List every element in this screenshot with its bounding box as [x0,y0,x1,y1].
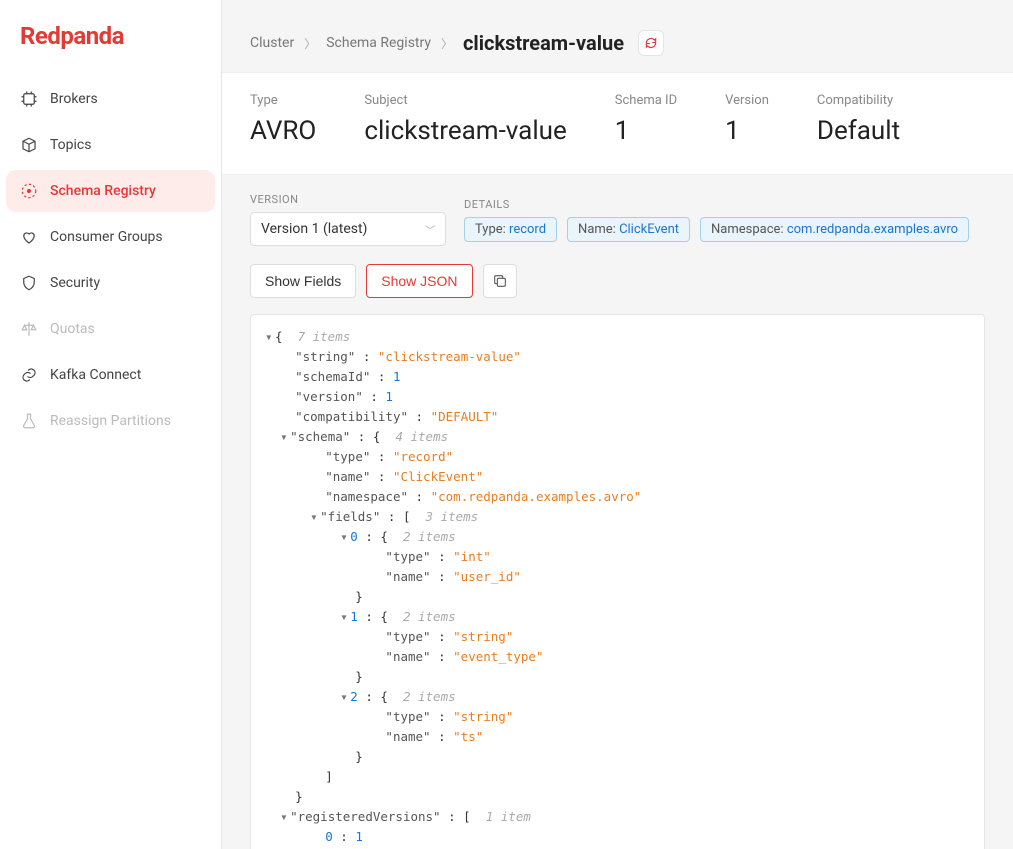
nav-consumer-groups[interactable]: Consumer Groups [6,216,215,258]
nav-topics[interactable]: Topics [6,124,215,166]
package-icon [20,136,38,154]
show-json-button[interactable]: Show JSON [366,264,472,298]
nav-label: Kafka Connect [50,367,141,383]
meta-schema-id: Schema ID 1 [615,93,677,146]
meta-bar: Type AVRO Subject clickstream-value Sche… [222,73,1013,175]
tag-namespace: Namespace: com.redpanda.examples.avro [700,217,969,242]
nav-label: Security [50,275,100,291]
meta-label: Compatibility [817,93,900,108]
version-select-value: Version 1 (latest) [261,221,367,237]
heart-icon [20,228,38,246]
chip-icon [20,90,38,108]
meta-version: Version 1 [725,93,769,146]
chevron-down-icon: ﹀ [425,222,435,237]
link-icon [20,366,38,384]
breadcrumb-cluster[interactable]: Cluster [250,35,294,51]
version-select[interactable]: Version 1 (latest) ﹀ [250,212,446,246]
scale-icon [20,320,38,338]
meta-subject: Subject clickstream-value [364,93,566,146]
main: Cluster 〉 Schema Registry 〉 clickstream-… [222,0,1013,849]
nav-quotas[interactable]: Quotas [6,308,215,350]
sidebar: Redpanda Brokers Topics Schema Registry … [0,0,222,849]
meta-value: clickstream-value [364,116,566,146]
breadcrumb: Cluster 〉 Schema Registry 〉 clickstream-… [222,0,1013,73]
tag-type: Type: record [464,217,557,242]
shield-icon [20,274,38,292]
json-viewer[interactable]: ▾{ 7 items "string" : "clickstream-value… [250,314,985,849]
meta-type: Type AVRO [250,93,316,146]
breadcrumb-registry[interactable]: Schema Registry [326,35,431,51]
meta-value: Default [817,116,900,146]
nav-label: Brokers [50,91,98,107]
copy-button[interactable] [483,264,517,298]
meta-label: Subject [364,93,566,108]
show-fields-button[interactable]: Show Fields [250,264,356,298]
nodes-icon [20,182,38,200]
meta-label: Schema ID [615,93,677,108]
meta-value: AVRO [250,116,316,146]
details-label: DETAILS [464,198,969,211]
nav-label: Schema Registry [50,183,156,199]
nav-kafka-connect[interactable]: Kafka Connect [6,354,215,396]
view-toggle: Show Fields Show JSON [250,264,985,298]
version-picker-block: VERSION Version 1 (latest) ﹀ [250,193,446,246]
details-block: DETAILS Type: record Name: ClickEvent Na… [464,198,969,242]
breadcrumb-current: clickstream-value [463,31,624,55]
nav-label: Reassign Partitions [50,413,171,429]
nav: Brokers Topics Schema Registry Consumer … [0,78,221,442]
chevron-right-icon: 〉 [304,35,316,52]
meta-label: Version [725,93,769,108]
tag-name: Name: ClickEvent [567,217,690,242]
nav-schema-registry[interactable]: Schema Registry [6,170,215,212]
refresh-button[interactable] [638,30,664,56]
nav-label: Topics [50,137,91,153]
nav-label: Quotas [50,321,95,337]
meta-label: Type [250,93,316,108]
detail-tags: Type: record Name: ClickEvent Namespace:… [464,217,969,242]
nav-label: Consumer Groups [50,229,163,245]
chevron-right-icon: 〉 [441,35,453,52]
nav-reassign[interactable]: Reassign Partitions [6,400,215,442]
flask-icon [20,412,38,430]
nav-brokers[interactable]: Brokers [6,78,215,120]
meta-value: 1 [615,116,677,146]
nav-security[interactable]: Security [6,262,215,304]
content: VERSION Version 1 (latest) ﹀ DETAILS Typ… [222,175,1013,849]
meta-compat: Compatibility Default [817,93,900,146]
version-label: VERSION [250,193,446,206]
meta-value: 1 [725,116,769,146]
brand-logo: Redpanda [0,22,221,78]
